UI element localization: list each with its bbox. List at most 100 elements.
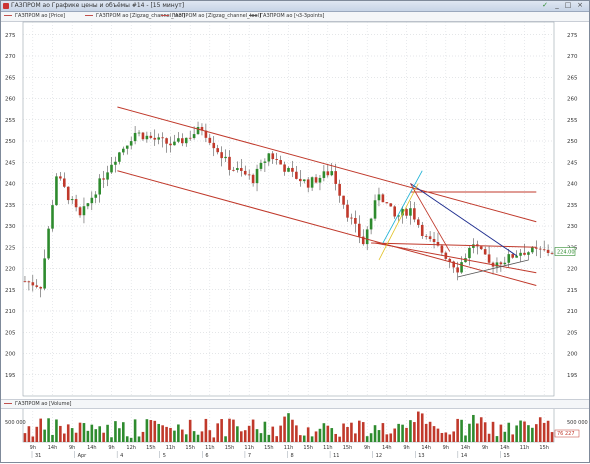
price-tick-label: 200 (567, 352, 578, 358)
time-tick-label: 15h (225, 445, 235, 451)
date-tick-label: 7 (248, 453, 251, 459)
time-tick-label: 11h (323, 445, 333, 451)
candle-body (299, 178, 302, 182)
volume-bar (204, 418, 208, 442)
volume-bar (397, 423, 400, 442)
candle-body (405, 209, 408, 216)
price-tick-label: 210 (567, 309, 578, 315)
candle-body (507, 254, 511, 263)
volume-bar (247, 425, 251, 442)
candle-body (342, 195, 345, 205)
candle-body (133, 132, 137, 142)
candle-body (39, 286, 42, 289)
candle-body (240, 168, 243, 171)
candle-body (236, 168, 239, 171)
candle-body (417, 219, 420, 225)
candle-body (358, 223, 361, 237)
volume-bar (420, 413, 424, 442)
price-chart[interactable]: 275 275 270 270 265 265 260 260 255 255 250 250 245 2… (1, 1, 589, 464)
volume-bar (334, 433, 337, 442)
volume-bar (23, 433, 27, 442)
volume-bar (472, 414, 475, 442)
volume-bar (519, 420, 522, 442)
candle-body (169, 143, 172, 146)
volume-bar (78, 422, 82, 442)
candle-body (192, 134, 196, 139)
price-tick-label: 240 (567, 182, 578, 188)
candle-body (102, 178, 105, 180)
time-tick-label: 9h (69, 445, 75, 451)
volume-bar (287, 413, 290, 442)
volume-bar (27, 426, 31, 442)
candle-body (326, 171, 330, 176)
volume-bar (149, 420, 153, 442)
volume-bar (515, 425, 518, 442)
volume-bar (491, 421, 495, 442)
date-tick-label: 11 (333, 453, 339, 459)
price-tick-label: 200 (5, 352, 16, 358)
candle-body (279, 160, 282, 165)
volume-bar (487, 433, 491, 442)
candle-body (409, 208, 412, 216)
price-tick-label: 220 (5, 267, 16, 273)
candle-body (302, 179, 306, 182)
candle-body (86, 203, 90, 207)
volume-bar (464, 435, 467, 442)
volume-bar (523, 421, 526, 442)
price-tick-label: 220 (567, 267, 578, 273)
price-tick-label: 210 (5, 309, 16, 315)
legend-item-volume[interactable]: ГАЗПРОМ ао [Volume] (4, 401, 72, 407)
volume-bar (535, 424, 538, 442)
volume-bar (405, 427, 408, 442)
time-tick-label: 14h (48, 445, 58, 451)
volume-bar (354, 433, 357, 442)
candle-body (145, 135, 149, 140)
volume-bar (468, 423, 471, 442)
price-tick-label: 235 (567, 203, 578, 209)
date-tick-label: 12 (376, 453, 382, 459)
date-tick-label: Apr (78, 453, 88, 459)
price-tick-label: 255 (5, 118, 16, 124)
time-tick-label: 11h (520, 445, 530, 451)
volume-bar (70, 428, 74, 442)
volume-bar (122, 422, 125, 442)
candle-body (499, 262, 503, 265)
date-tick-label: 31 (35, 453, 41, 459)
candle-body (479, 246, 483, 250)
candle-body (23, 281, 27, 283)
candle-body (377, 194, 381, 201)
candle-body (70, 199, 74, 201)
volume-bar (240, 431, 243, 442)
time-tick-label: 15h (264, 445, 274, 451)
volume-bar (346, 427, 349, 442)
candle-body (63, 178, 66, 187)
volume-bar (188, 419, 192, 442)
price-tick-label: 195 (567, 373, 578, 379)
candle-body (157, 137, 160, 140)
volume-bar (200, 431, 204, 442)
volume-bar (86, 430, 90, 442)
candle-body (487, 254, 491, 263)
date-tick-label: 6 (205, 453, 208, 459)
candle-body (149, 135, 153, 138)
volume-bar (291, 419, 294, 442)
volume-bar (161, 425, 164, 442)
candle-body (59, 176, 62, 179)
volume-bar (413, 422, 416, 442)
candle-body (212, 142, 216, 149)
price-tick-label: 245 (567, 160, 578, 166)
current-price-label: 224.00 (557, 250, 575, 256)
candle-body (318, 177, 322, 183)
volume-tick-label: 500 000 (5, 420, 26, 426)
candle-body (511, 254, 514, 258)
candle-body (456, 267, 459, 273)
volume-bar (389, 433, 393, 442)
volume-bar (542, 422, 546, 442)
price-tick-label: 195 (5, 373, 16, 379)
volume-bar (208, 430, 212, 442)
volume-bar (184, 434, 188, 442)
volume-bar (236, 426, 239, 442)
candle-body (350, 217, 353, 219)
candle-body (295, 171, 298, 179)
volume-bar (165, 426, 168, 442)
